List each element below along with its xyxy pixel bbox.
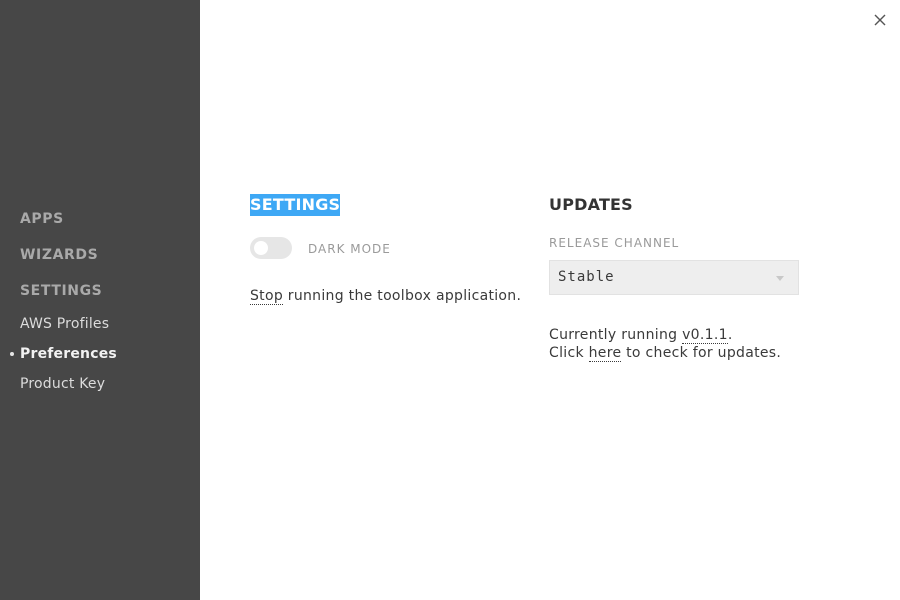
running-suffix: . bbox=[727, 327, 733, 343]
current-version-text: Currently running v0.1.1. bbox=[549, 326, 733, 344]
sidebar-item-aws-profiles[interactable]: AWS Profiles bbox=[20, 316, 109, 332]
close-button[interactable] bbox=[872, 12, 888, 28]
click-suffix: to check for updates. bbox=[621, 345, 782, 361]
release-channel-value: Stable bbox=[558, 269, 615, 285]
dark-mode-label: DARK MODE bbox=[308, 242, 391, 256]
toggle-knob bbox=[254, 241, 268, 255]
sidebar-section-apps[interactable]: APPS bbox=[20, 211, 64, 227]
sidebar-item-preferences[interactable]: Preferences bbox=[20, 346, 117, 362]
version-link[interactable]: v0.1.1 bbox=[682, 327, 728, 344]
check-updates-link[interactable]: here bbox=[588, 345, 622, 362]
sidebar-item-product-key[interactable]: Product Key bbox=[20, 376, 105, 392]
stop-link[interactable]: Stop bbox=[250, 288, 284, 305]
updates-heading: UPDATES bbox=[549, 195, 633, 214]
check-updates-text: Click here to check for updates. bbox=[549, 344, 781, 362]
chevron-down-icon bbox=[776, 276, 784, 281]
release-channel-select[interactable]: Stable bbox=[549, 260, 799, 295]
stop-description: running the toolbox application. bbox=[283, 288, 522, 304]
running-prefix: Currently running bbox=[549, 327, 683, 343]
stop-app-text: Stop running the toolbox application. bbox=[250, 287, 521, 305]
settings-heading: SETTINGS bbox=[250, 194, 341, 216]
dark-mode-toggle[interactable] bbox=[250, 237, 292, 259]
sidebar-section-settings[interactable]: SETTINGS bbox=[20, 283, 102, 299]
sidebar: APPS WIZARDS SETTINGS AWS Profiles Prefe… bbox=[0, 0, 200, 600]
sidebar-section-wizards[interactable]: WIZARDS bbox=[20, 247, 98, 263]
click-prefix: Click bbox=[549, 345, 589, 361]
active-bullet-icon bbox=[10, 352, 14, 356]
release-channel-label: RELEASE CHANNEL bbox=[549, 236, 680, 250]
close-icon bbox=[874, 14, 886, 26]
